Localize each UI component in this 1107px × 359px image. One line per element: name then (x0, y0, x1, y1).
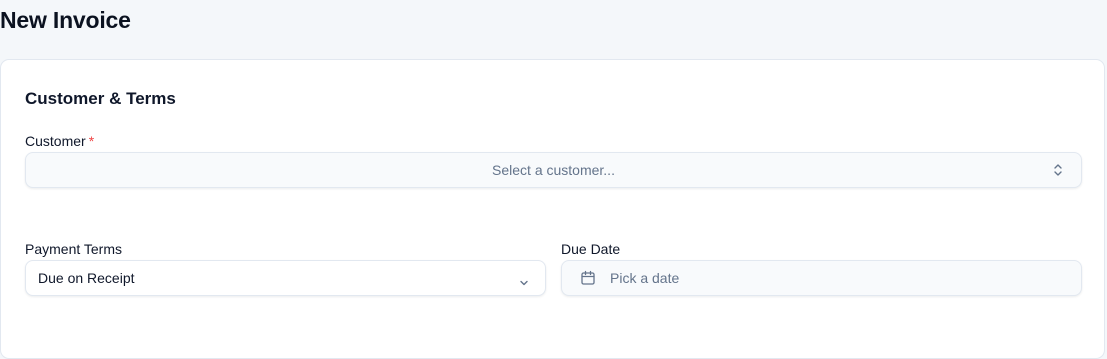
due-date-picker[interactable]: Pick a date (561, 260, 1082, 296)
required-asterisk: * (88, 133, 95, 149)
customer-select-placeholder: Select a customer... (492, 162, 615, 178)
chevron-down-icon (519, 274, 529, 286)
customer-select[interactable]: Select a customer... (25, 152, 1082, 188)
customer-label-text: Customer (25, 133, 86, 149)
due-date-label: Due Date (561, 241, 621, 257)
chevron-up-down-icon (1053, 163, 1063, 177)
customer-label: Customer * (25, 132, 94, 150)
payment-terms-value: Due on Receipt (38, 270, 135, 286)
page-title: New Invoice (0, 7, 131, 33)
payment-terms-label: Payment Terms (25, 241, 122, 257)
payment-terms-select[interactable]: Due on Receipt (25, 260, 546, 296)
section-title: Customer & Terms (25, 89, 176, 108)
calendar-icon (580, 270, 596, 286)
due-date-placeholder: Pick a date (610, 270, 680, 286)
